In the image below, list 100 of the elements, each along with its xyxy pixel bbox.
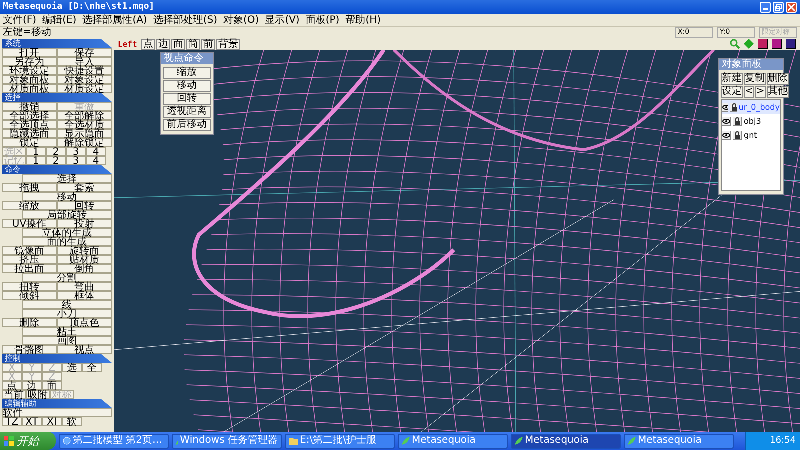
tool-button[interactable]: 隐藏选面 xyxy=(2,129,57,138)
tool-button[interactable]: 立体的生成 xyxy=(22,228,112,237)
tool-button[interactable]: 4 xyxy=(86,147,106,156)
eye-icon[interactable] xyxy=(722,130,731,140)
taskbar-item[interactable]: Windows 任务管理器 xyxy=(172,434,282,448)
tool-button[interactable]: 软 xyxy=(62,417,82,426)
restore-button[interactable] xyxy=(773,2,784,12)
tool-button[interactable]: 投射 xyxy=(57,219,112,228)
tool-button[interactable]: 全选材质 xyxy=(57,120,112,129)
tool-button[interactable]: 粘土 xyxy=(22,327,112,336)
lock-icon[interactable] xyxy=(733,116,742,126)
tool-button[interactable]: 线 xyxy=(22,300,112,309)
tool-button[interactable]: 4 xyxy=(86,156,106,165)
tool-button[interactable]: 对象设定 xyxy=(57,75,112,84)
tool-button[interactable]: 环境设定 xyxy=(2,66,57,75)
tool-button[interactable]: 导入 xyxy=(57,57,112,66)
tool-button[interactable]: 全 xyxy=(82,363,102,372)
object-panel-button[interactable]: 其他 xyxy=(766,86,789,98)
viewpoint-button[interactable]: 移动 xyxy=(163,80,211,92)
tool-button[interactable]: 倒角 xyxy=(57,264,112,273)
tool-button[interactable]: 面 xyxy=(42,381,62,390)
object-row[interactable]: ur_0_body xyxy=(722,100,780,114)
menu-item[interactable]: 文件(F) xyxy=(3,14,37,26)
tool-button[interactable]: 旋转面 xyxy=(57,246,112,255)
tool-button[interactable]: 小刀 xyxy=(22,309,112,318)
tool-button[interactable]: 当前 xyxy=(2,390,26,399)
tool-button[interactable]: 撤销 xyxy=(2,102,57,111)
tool-button[interactable]: 倾斜 xyxy=(2,291,57,300)
taskbar-item[interactable]: Metasequoia xyxy=(398,434,508,448)
tool-button[interactable]: 局部旋转 xyxy=(22,210,112,219)
tool-button[interactable]: 对象面板 xyxy=(2,75,57,84)
menu-item[interactable]: 帮助(H) xyxy=(346,14,382,26)
tool-button[interactable]: 2 xyxy=(46,147,66,156)
tool-button[interactable]: XT xyxy=(22,417,42,426)
tool-button[interactable]: 快捷设置 xyxy=(57,66,112,75)
eye-icon[interactable] xyxy=(722,116,731,126)
object-panel-button[interactable]: 删除 xyxy=(767,73,789,85)
tool-button[interactable]: 框体 xyxy=(57,291,112,300)
object-panel-button[interactable]: 新建 xyxy=(721,73,743,85)
tool-button[interactable]: 套索 xyxy=(57,183,112,192)
tool-button[interactable]: 缩放 xyxy=(2,201,57,210)
menu-item[interactable]: 选择部属性(A) xyxy=(82,14,148,26)
tool-button[interactable]: 全部解除 xyxy=(57,111,112,120)
tool-button[interactable]: 贴材质 xyxy=(57,255,112,264)
object-panel-button[interactable]: 复制 xyxy=(744,73,766,85)
tool-button[interactable]: 解除锁定 xyxy=(57,138,112,147)
tool-button[interactable]: 选择 xyxy=(22,174,112,183)
tool-button[interactable]: 画图 xyxy=(22,336,112,345)
tool-button[interactable]: 回转 xyxy=(57,201,112,210)
tool-button[interactable]: 拉出面 xyxy=(2,264,57,273)
tool-button[interactable]: 锁定 xyxy=(2,138,57,147)
tool-button[interactable]: 删除 xyxy=(2,318,57,327)
tool-button[interactable]: XI xyxy=(42,417,62,426)
minimize-button[interactable] xyxy=(760,2,771,12)
taskbar-item[interactable]: 第二批模型 第2页… xyxy=(59,434,169,448)
view-button[interactable]: 前 xyxy=(201,38,216,50)
tool-button[interactable]: 顶点色 xyxy=(57,318,112,327)
menu-item[interactable]: 显示(V) xyxy=(265,14,300,26)
lock-icon[interactable] xyxy=(730,102,737,112)
start-button[interactable]: 开始 xyxy=(0,432,56,450)
tool-button[interactable]: 边 xyxy=(22,381,42,390)
close-button[interactable] xyxy=(786,2,797,12)
tool-button[interactable]: 挤压 xyxy=(2,255,57,264)
tool-button[interactable]: 材质设定 xyxy=(57,84,112,93)
tool-button[interactable]: 分割 xyxy=(22,273,112,282)
tool-button[interactable]: 另存为 xyxy=(2,57,57,66)
viewpoint-button[interactable]: 透视距离 xyxy=(163,106,211,118)
tool-button[interactable]: 软件 xyxy=(2,408,112,417)
tool-button[interactable]: 打开 xyxy=(2,48,57,57)
tool-button[interactable]: 移动 xyxy=(22,192,112,201)
menu-item[interactable]: 选择部处理(S) xyxy=(153,14,218,26)
tool-button[interactable]: 1 xyxy=(26,147,46,156)
tool-button[interactable]: 1 xyxy=(26,156,46,165)
object-panel-button[interactable]: 设定 xyxy=(721,86,743,98)
view-button[interactable]: 背景 xyxy=(216,38,240,50)
tool-button[interactable]: 3 xyxy=(66,147,86,156)
eye-icon[interactable] xyxy=(722,102,728,112)
tool-button[interactable]: 弯曲 xyxy=(57,282,112,291)
tool-button[interactable]: 选 xyxy=(62,363,82,372)
tool-button[interactable]: 显示隐面 xyxy=(57,129,112,138)
tool-button[interactable]: 3 xyxy=(66,156,86,165)
menu-item[interactable]: 编辑(E) xyxy=(42,14,77,26)
lock-icon[interactable] xyxy=(733,130,742,140)
tool-button[interactable]: TZ xyxy=(2,417,22,426)
object-panel-button[interactable]: < xyxy=(744,86,754,98)
tool-button[interactable]: 视点 xyxy=(57,345,112,354)
tool-button[interactable]: 骨骼图 xyxy=(2,345,57,354)
tool-button[interactable]: UV操作 xyxy=(2,219,57,228)
tool-button[interactable]: 面的生成 xyxy=(22,237,112,246)
menu-item[interactable]: 对象(O) xyxy=(224,14,260,26)
tool-button[interactable]: 全部选择 xyxy=(2,111,57,120)
tool-button[interactable]: 吸附 xyxy=(26,390,50,399)
viewpoint-button[interactable]: 回转 xyxy=(163,93,211,105)
taskbar-item[interactable]: E:\第二批\护士服 xyxy=(285,434,395,448)
object-panel-button[interactable]: > xyxy=(755,86,766,98)
tool-button[interactable]: 点 xyxy=(2,381,22,390)
tool-button[interactable]: 2 xyxy=(46,156,66,165)
viewpoint-button[interactable]: 前后移动 xyxy=(163,119,211,131)
taskbar-item[interactable]: Metasequoia xyxy=(511,434,621,448)
taskbar-item[interactable]: Metasequoia xyxy=(624,434,734,448)
